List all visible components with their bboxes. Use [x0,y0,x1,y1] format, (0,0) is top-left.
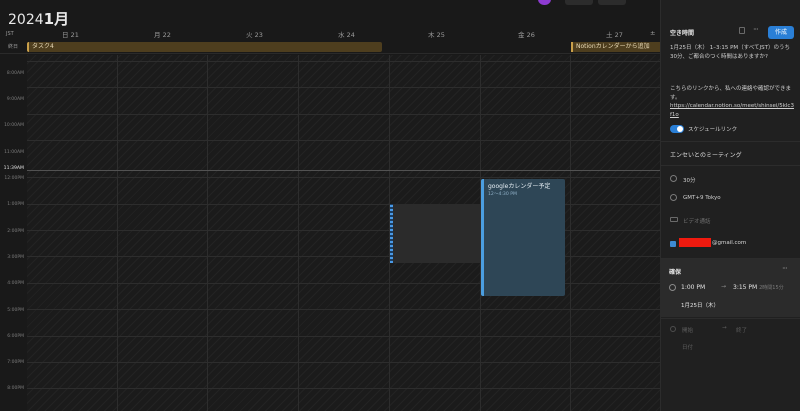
hour-line [27,177,660,178]
hour-line [27,87,660,88]
hour-line [27,388,660,389]
column-divider [570,55,571,411]
day-header-mon[interactable]: 月 22 [154,29,171,39]
hour-label: 12:00PM [4,176,24,181]
column-divider [117,55,118,411]
link-intro: こちらのリンクから、私への連絡や確認ができます。 [670,86,792,101]
event-time: 12～4:30 PM [488,192,517,197]
header-button-1[interactable] [565,0,593,5]
trash-icon[interactable] [739,27,745,34]
hour-line [27,61,660,62]
hour-label: 1:00PM [7,202,24,207]
clock-icon [670,175,677,182]
day-header-thu[interactable]: 木 25 [428,29,445,39]
hour-line [27,140,660,141]
hour-label: 8:00AM [6,71,24,76]
arrow-icon: → [722,325,727,331]
availability-description: 1月25日（木） 1–3:15 PM（すべてJST）のうち30分、ご都合のつく時… [670,45,791,60]
hour-line [27,336,660,337]
globe-icon [670,194,677,201]
add-column-icon[interactable]: ± [650,29,655,39]
divider [660,141,800,142]
month-title: 20241月 [8,8,69,29]
video-icon [670,217,678,222]
confirm-section: 確保 ··· 1:00 PM → 3:15 PM 2時間15分 1月25日（木） [660,259,800,317]
confirm-start-time[interactable]: 1:00 PM [681,284,705,291]
allday-label: 終日 [8,44,19,50]
more-icon[interactable]: ··· [782,264,788,273]
toggle-label: スケジュールリンク [688,127,738,133]
confirm-end-time[interactable]: 3:15 PM 2時間15分 [733,284,784,291]
month-label: 1月 [43,10,70,28]
header-button-2[interactable] [598,0,626,5]
hour-line [27,256,660,257]
hour-label: 11:00AM [4,150,24,155]
timezone-value[interactable]: GMT+9 Tokyo [683,195,721,201]
divider [660,318,800,319]
day-header-tue[interactable]: 火 23 [246,29,263,39]
current-time-line [27,170,660,171]
year-label: 2024 [8,12,44,28]
confirm-date[interactable]: 1月25日（木） [681,301,719,309]
arrow-icon: → [721,283,727,290]
hour-label: 4:00PM [7,281,24,286]
start-field[interactable]: 開始 [682,326,693,334]
timezone-label: JST [6,31,14,37]
hour-label: 7:00PM [7,360,24,365]
schedule-link-toggle[interactable] [670,125,684,133]
allday-row: 終日 タスク4 Notionカレンダーから追加 [0,40,660,54]
calendar-header: 20241月 [0,0,660,28]
day-header-sun[interactable]: 日 21 [62,29,79,39]
day-header-fri[interactable]: 金 26 [518,29,535,39]
panel-title: 空き時間 [670,30,695,37]
current-time-label: 11:39AM [3,166,24,171]
hour-label: 3:00PM [7,255,24,260]
date-field[interactable]: 日付 [682,343,693,351]
end-field[interactable]: 終了 [736,326,747,334]
confirm-title: 確保 [669,269,682,276]
hour-line [27,114,660,115]
hour-line [27,309,660,310]
event-title: googleカレンダー予定 [488,183,551,190]
allday-notion-event[interactable]: Notionカレンダーから追加 [571,42,660,52]
hour-label: 6:00PM [7,334,24,339]
more-icon[interactable]: ··· [753,25,759,34]
divider [660,165,800,166]
duration-label: 2時間15分 [759,285,784,291]
column-divider [207,55,208,411]
guest-email[interactable]: @gmail.com [712,240,746,246]
availability-selection[interactable] [390,204,481,263]
hour-line [27,362,660,363]
hour-label: 9:00AM [6,97,24,102]
end-time-value: 3:15 PM [733,284,758,291]
hour-line [27,283,660,284]
duration-value[interactable]: 30分 [683,176,696,184]
start-icon [670,326,676,332]
create-button[interactable]: 作成 [768,26,794,39]
guest-calendar-icon [670,241,676,247]
hour-label: 2:00PM [7,229,24,234]
selection-handle[interactable] [390,204,393,263]
day-header-wed[interactable]: 水 24 [338,29,355,39]
allday-task[interactable]: タスク4 [27,42,382,52]
availability-panel: 空き時間 ··· 作成 1月25日（木） 1–3:15 PM（すべてJST）のう… [660,0,800,411]
calendar-event[interactable]: googleカレンダー予定 12～4:30 PM [481,179,565,296]
redaction-box [679,238,711,247]
meeting-title[interactable]: エンセいとのミーティング [670,150,742,159]
video-call-option[interactable]: ビデオ通話 [683,217,711,225]
avatar[interactable] [538,0,551,5]
hour-label: 5:00PM [7,308,24,313]
hour-label: 8:00PM [7,386,24,391]
clock-icon [669,284,676,291]
hour-label: 10:00AM [4,123,24,128]
day-header-sat[interactable]: 土 27 [606,29,623,39]
schedule-link[interactable]: https://calendar.notion.so/meet/shinsei/… [670,102,794,119]
week-grid[interactable] [27,55,660,411]
hour-line [27,230,660,231]
hour-line [27,204,660,205]
column-divider [298,55,299,411]
